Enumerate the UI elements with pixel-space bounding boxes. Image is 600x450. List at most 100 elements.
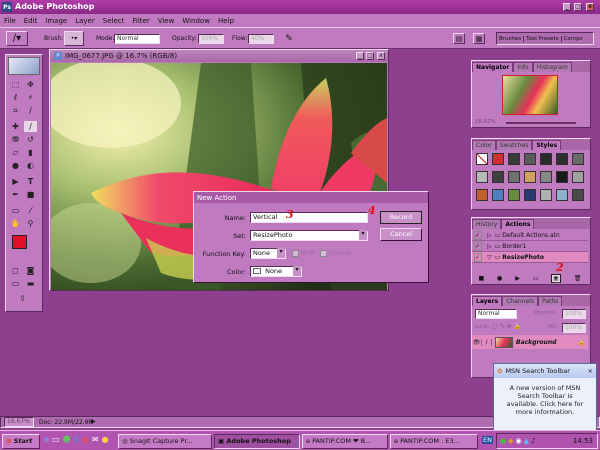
cancel-button[interactable]: Cancel (380, 228, 422, 241)
style-swatch[interactable] (556, 189, 568, 201)
menu-edit[interactable]: Edit (20, 17, 42, 25)
menu-file[interactable]: File (0, 17, 20, 25)
task-pantip-1[interactable]: e PANTIP.COM ❤ B... (302, 434, 388, 449)
navigator-zoom-value[interactable]: 16.67% (475, 119, 496, 125)
color-select[interactable]: None ▾ (250, 266, 302, 277)
layer-fill-field[interactable]: 100% (562, 323, 586, 333)
ie-icon[interactable]: e (44, 435, 49, 444)
stop-icon[interactable]: ■ (478, 275, 484, 282)
msn-popup-message[interactable]: A new version of MSN Search Toolbar is a… (494, 378, 596, 416)
airbrush-icon[interactable]: ✎ (282, 32, 296, 45)
style-swatch[interactable] (492, 171, 504, 183)
tray-icon[interactable]: ● (500, 437, 506, 445)
app-icon[interactable]: ● (102, 435, 109, 444)
jump-to-imageready-icon[interactable]: ⇪ (16, 293, 29, 304)
navigator-thumbnail[interactable] (502, 75, 558, 115)
new-set-icon[interactable]: ▭ (533, 275, 539, 282)
function-key-select[interactable]: None ▾ (250, 248, 286, 259)
record-icon[interactable]: ● (497, 275, 502, 282)
healing-brush-tool-icon[interactable]: ✚ (9, 121, 22, 132)
tab-layers[interactable]: Layers (472, 296, 503, 306)
style-swatch[interactable] (524, 171, 536, 183)
brush-tool-icon[interactable]: ∕ (24, 121, 37, 132)
well-tab-comps[interactable]: Comps (562, 36, 585, 42)
chevron-down-icon[interactable]: ▽ (487, 254, 492, 261)
lasso-tool-icon[interactable]: ℓ (9, 92, 22, 103)
tray-icon[interactable]: ▲ (524, 437, 529, 445)
tab-paths[interactable]: Paths (537, 296, 563, 306)
msn-toolbar-popup[interactable]: ✿ MSN Search Toolbar × A new version of … (493, 363, 597, 431)
file-browser-icon[interactable]: ▤ (453, 33, 465, 44)
close-button[interactable]: x (586, 3, 594, 11)
style-swatch[interactable] (476, 189, 488, 201)
palette-toggle-icon[interactable]: ▦ (473, 33, 485, 44)
menu-window[interactable]: Window (178, 17, 214, 25)
doc-maximize-button[interactable]: □ (366, 52, 374, 60)
media-icon[interactable]: ◉ (82, 435, 89, 444)
chevron-right-icon[interactable]: ▷ (487, 232, 492, 239)
language-indicator[interactable]: EN (482, 436, 493, 444)
style-swatch[interactable] (524, 153, 536, 165)
trash-icon[interactable]: 🗑 (574, 275, 582, 282)
status-zoom[interactable]: 16.67% (4, 417, 34, 427)
checkmark-icon[interactable]: ✓ (474, 252, 482, 262)
crop-tool-icon[interactable]: ⌗ (9, 105, 22, 116)
move-tool-icon[interactable]: ✥ (24, 79, 37, 90)
task-snagit[interactable]: ◎ SnagIt Capture Pr... (118, 434, 212, 449)
shape-tool-icon[interactable]: ■ (24, 189, 37, 200)
action-set-row[interactable]: ✓ ▷ ▭ Border1 (472, 241, 588, 252)
style-swatch[interactable] (540, 171, 552, 183)
navigator-zoom-slider[interactable] (506, 122, 576, 124)
checkmark-icon[interactable]: ✓ (474, 241, 482, 251)
pen-tool-icon[interactable]: ✒ (9, 189, 22, 200)
volume-icon[interactable]: ♪ (531, 437, 535, 445)
eye-icon[interactable]: 👁 (472, 338, 482, 346)
foreground-color-swatch[interactable] (12, 235, 27, 249)
action-name-input[interactable]: Vertical (250, 212, 368, 223)
well-tab-tool-presets[interactable]: Tool Presets (524, 35, 562, 42)
hand-tool-icon[interactable]: ✋ (9, 218, 22, 229)
style-swatch[interactable] (540, 153, 552, 165)
gradient-tool-icon[interactable]: ▮ (24, 147, 37, 158)
doc-close-button[interactable]: x (377, 52, 385, 60)
tab-info[interactable]: Info (513, 62, 533, 72)
type-tool-icon[interactable]: T (24, 176, 37, 187)
style-swatch[interactable] (556, 171, 568, 183)
shift-checkbox[interactable] (292, 250, 299, 257)
zoom-tool-icon[interactable]: ⚲ (24, 218, 37, 229)
slice-tool-icon[interactable]: ∕ (24, 105, 37, 116)
style-swatch[interactable] (572, 189, 584, 201)
tray-icon[interactable]: ◉ (516, 437, 522, 445)
chevron-right-icon[interactable]: ▷ (487, 243, 492, 250)
dodge-tool-icon[interactable]: ◐ (24, 160, 37, 171)
layer-row-background[interactable]: 👁 ∕ Background 🔒 (472, 335, 588, 349)
record-button[interactable]: Record (380, 211, 422, 224)
menu-select[interactable]: Select (99, 17, 129, 25)
style-swatch[interactable] (476, 171, 488, 183)
style-swatch[interactable] (508, 171, 520, 183)
layer-blend-mode-select[interactable]: Normal (475, 309, 517, 319)
tab-swatches[interactable]: Swatches (495, 140, 533, 150)
mode-select[interactable]: Normal (114, 34, 160, 44)
style-swatch[interactable] (508, 189, 520, 201)
magic-wand-tool-icon[interactable]: ⚡ (24, 92, 37, 103)
quick-mask-on-icon[interactable]: ◙ (24, 265, 37, 276)
quick-mask-off-icon[interactable]: ◻ (9, 265, 22, 276)
layer-opacity-field[interactable]: 100% (562, 309, 586, 319)
checkmark-icon[interactable]: ✓ (474, 230, 482, 240)
mail-icon[interactable]: ✉ (92, 435, 99, 444)
messenger-icon[interactable]: ☻ (62, 435, 70, 444)
style-swatch[interactable] (492, 153, 504, 165)
tab-actions[interactable]: Actions (501, 219, 535, 229)
play-icon[interactable]: ▶ (515, 275, 520, 282)
style-swatch[interactable] (572, 153, 584, 165)
doc-minimize-button[interactable]: _ (356, 52, 364, 60)
tab-navigator[interactable]: Navigator (472, 62, 514, 72)
style-swatch[interactable] (492, 189, 504, 201)
status-arrow-icon[interactable]: ▶ (91, 418, 96, 425)
action-set-row-selected[interactable]: ✓ ▽ ▭ ResizePhoto (472, 252, 588, 263)
brush-link-icon[interactable]: ∕ (482, 338, 492, 346)
flow-field[interactable]: 40% (248, 34, 274, 44)
history-brush-tool-icon[interactable]: ↺ (24, 134, 37, 145)
menu-help[interactable]: Help (214, 17, 238, 25)
